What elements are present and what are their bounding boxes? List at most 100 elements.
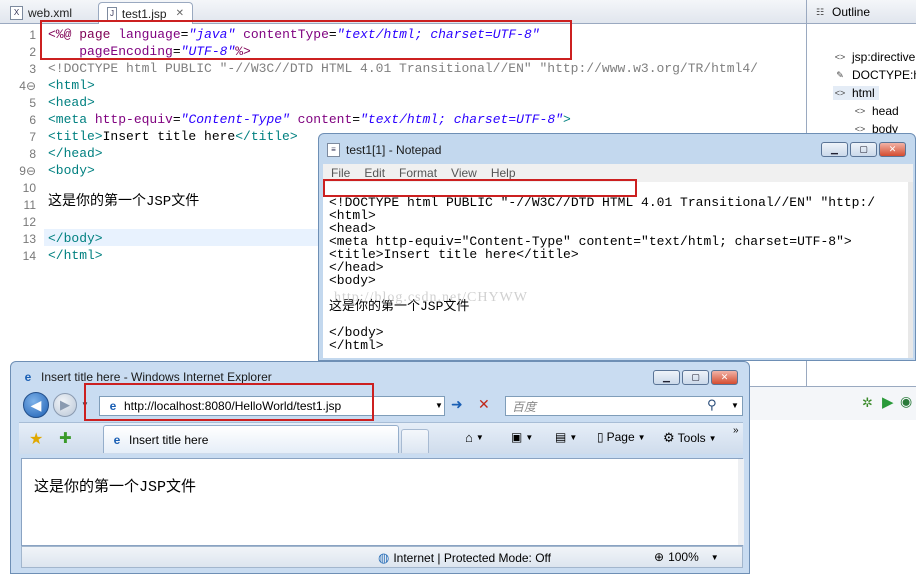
outline-item-directive[interactable]: <> jsp:directive [833, 50, 916, 64]
maximize-icon[interactable]: ▢ [850, 142, 877, 157]
home-button[interactable]: ⌂ ▼ [465, 430, 484, 445]
code-line-11[interactable]: 这是你的第一个JSP文件 [48, 194, 199, 211]
add-favorites-icon[interactable]: ✚ [59, 429, 72, 447]
line-number: 3 [29, 62, 36, 76]
notepad-line: <!DOCTYPE html PUBLIC "-//W3C//DTD HTML … [329, 195, 876, 210]
menu-help[interactable]: Help [491, 166, 516, 180]
search-placeholder: 百度 [512, 399, 537, 414]
external-tools-icon[interactable]: ◉ [900, 393, 912, 410]
code-line-8[interactable]: </head> [48, 145, 103, 162]
ie-status-bar: ◍ Internet | Protected Mode: Off ⊕ 100% … [21, 546, 743, 568]
notepad-scrollbar[interactable] [908, 182, 913, 358]
zone-text: Internet | Protected Mode: Off [393, 551, 551, 565]
zoom-control[interactable]: ⊕ 100% ▼ [654, 550, 719, 564]
page-body-text: 这是你的第一个JSP文件 [34, 479, 197, 496]
outline-item-label: html [852, 86, 875, 100]
title-open-tag: <title> [48, 129, 103, 144]
close-icon[interactable]: ✕ [711, 370, 738, 385]
back-button[interactable]: ◀ [23, 392, 49, 418]
menu-view[interactable]: View [451, 166, 477, 180]
new-tab-button[interactable] [401, 429, 429, 453]
dropdown-icon: ▼ [525, 432, 534, 442]
line-number: 2 [29, 45, 36, 59]
tab-label: test1.jsp [121, 6, 167, 21]
outline-header: ☷ Outline [807, 0, 916, 24]
dropdown-icon: ▼ [475, 433, 484, 442]
ie-scrollbar[interactable] [738, 459, 744, 545]
outline-item-doctype[interactable]: ✎ DOCTYPE:h [833, 68, 916, 82]
line-number[interactable]: 4⊖ [0, 79, 36, 93]
equals: = [172, 112, 181, 127]
code-line-5[interactable]: <head> [48, 94, 95, 111]
notepad-line: <body> [329, 273, 376, 288]
chevron-more-icon[interactable]: » [733, 425, 739, 436]
line-number[interactable]: 9⊖ [0, 164, 36, 178]
element-icon: <> [854, 106, 866, 116]
encoding-highlight-box [323, 179, 637, 197]
ie-command-bar: ★ ✚ e Insert title here ⌂ ▼ ▣ ▼ ▤ ▼ ▯ Page ▼ … [19, 422, 743, 454]
gear-icon: ⚙ [663, 430, 675, 445]
page-menu-icon: ▯ [597, 430, 604, 444]
menu-edit[interactable]: Edit [364, 166, 385, 180]
forward-button[interactable]: ▶ [53, 393, 77, 417]
rss-icon: ▣ [511, 430, 523, 444]
feeds-button[interactable]: ▣ ▼ [511, 430, 533, 444]
notepad-window: ≡ test1[1] - Notepad ▁ ▢ ✕ File Edit For… [318, 133, 916, 361]
close-icon[interactable]: ✕ [176, 8, 184, 19]
run-icon[interactable]: ▶ [882, 393, 894, 411]
tools-menu-button[interactable]: ⚙ Tools ▼ [663, 430, 717, 446]
attr-value: "Content-Type" [180, 112, 290, 127]
ie-title: Insert title here - Windows Internet Exp… [41, 370, 272, 384]
debug-icon[interactable]: ✲ [862, 395, 873, 411]
dropdown-icon: ▼ [569, 432, 578, 442]
line-number: 6 [29, 113, 36, 127]
tag-open: <meta [48, 112, 95, 127]
code-line-4[interactable]: <html> [48, 77, 95, 94]
code-line-9[interactable]: <body> [48, 162, 95, 179]
notepad-line: </html> [329, 338, 384, 353]
ie-tab-label: Insert title here [129, 432, 209, 447]
html-element-icon: <> [834, 88, 846, 98]
tag-close: > [562, 112, 571, 127]
code-line-13[interactable]: </body> [48, 230, 103, 247]
search-dropdown-icon[interactable]: ▼ [731, 401, 739, 410]
minimize-icon[interactable]: ▁ [653, 370, 680, 385]
tab-label: web.xml [28, 6, 73, 20]
go-icon[interactable]: ➜ [451, 396, 463, 413]
search-icon[interactable]: ⚲ [707, 397, 717, 413]
title-close-tag: </title> [235, 129, 298, 144]
notepad-icon: ≡ [327, 143, 340, 157]
notepad-line: <title>Insert title here</title> [329, 247, 579, 262]
stop-icon[interactable]: ✕ [478, 396, 490, 413]
outline-title: Outline [832, 4, 871, 19]
outline-item-html[interactable]: <> html [833, 86, 879, 100]
page-menu-button[interactable]: ▯ Page ▼ [597, 430, 646, 444]
code-line-6[interactable]: <meta http-equiv="Content-Type" content=… [48, 111, 571, 128]
notepad-text-area[interactable]: <!DOCTYPE html PUBLIC "-//W3C//DTD HTML … [323, 182, 908, 358]
security-zone[interactable]: ◍ Internet | Protected Mode: Off [378, 550, 551, 566]
favorites-star-icon[interactable]: ★ [29, 429, 43, 449]
outline-item-head[interactable]: <> head [853, 104, 899, 118]
line-number: 12 [22, 215, 36, 229]
minimize-icon[interactable]: ▁ [821, 142, 848, 157]
print-button[interactable]: ▤ ▼ [555, 430, 577, 444]
equals: = [352, 112, 361, 127]
code-line-3[interactable]: <!DOCTYPE html PUBLIC "-//W3C//DTD HTML … [48, 60, 758, 77]
globe-icon: ◍ [378, 550, 390, 565]
attr-value: "text/html; charset=UTF-8" [360, 112, 563, 127]
code-line-14[interactable]: </html> [48, 247, 103, 264]
menu-file[interactable]: File [331, 166, 350, 180]
eclipse-bottom-toolbar: ✲ ▶ ◉ [750, 386, 916, 420]
address-dropdown-icon[interactable]: ▼ [435, 401, 443, 410]
menu-format[interactable]: Format [399, 166, 437, 180]
home-icon: ⌂ [465, 430, 473, 445]
maximize-icon[interactable]: ▢ [682, 370, 709, 385]
code-line-7[interactable]: <title>Insert title here</title> [48, 128, 298, 145]
url-highlight-box [84, 383, 374, 421]
zoom-level: 100% [668, 550, 699, 564]
outline-item-label: DOCTYPE:h [852, 68, 916, 82]
close-icon[interactable]: ✕ [879, 142, 906, 157]
ie-tab-insert-title[interactable]: e Insert title here [103, 425, 399, 453]
outline-item-label: jsp:directive [852, 50, 916, 64]
doctype-icon: ✎ [836, 70, 844, 80]
